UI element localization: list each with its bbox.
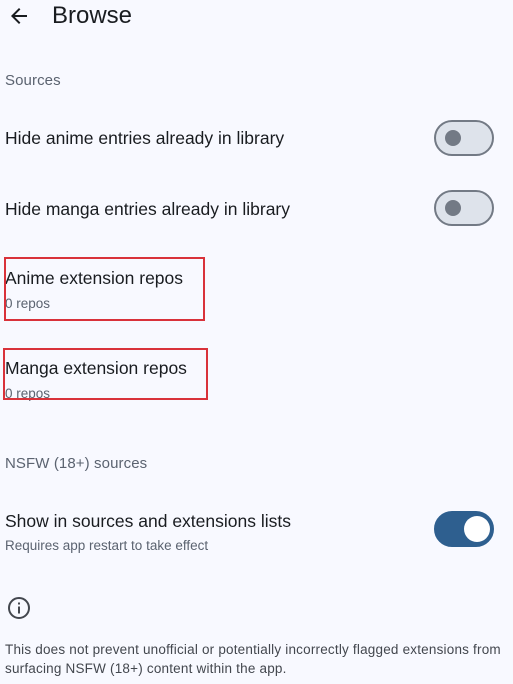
toggle-knob bbox=[445, 130, 461, 146]
hide-anime-label: Hide anime entries already in library bbox=[5, 128, 285, 148]
anime-repos-label: Anime extension repos bbox=[5, 268, 184, 288]
show-nsfw-toggle[interactable] bbox=[434, 511, 494, 547]
section-header-sources: Sources bbox=[5, 72, 61, 89]
hide-anime-toggle[interactable] bbox=[434, 120, 494, 156]
show-nsfw-row[interactable]: Show in sources and extensions lists Req… bbox=[0, 500, 513, 562]
manga-repos-count: 0 repos bbox=[5, 386, 51, 401]
section-header-nsfw: NSFW (18+) sources bbox=[5, 455, 148, 472]
hide-manga-row[interactable]: Hide manga entries already in library bbox=[0, 178, 513, 238]
back-button[interactable] bbox=[3, 1, 35, 31]
info-text: This does not prevent unofficial or pote… bbox=[5, 642, 501, 676]
anime-repos-count: 0 repos bbox=[5, 296, 51, 311]
manga-repos-label: Manga extension repos bbox=[5, 358, 187, 378]
arrow-back-icon bbox=[11, 8, 27, 24]
toggle-knob bbox=[445, 200, 461, 216]
hide-anime-row[interactable]: Hide anime entries already in library bbox=[0, 108, 513, 168]
show-nsfw-label: Show in sources and extensions lists bbox=[5, 511, 291, 531]
top-app-bar: Browse bbox=[0, 0, 513, 34]
anime-repos-row[interactable]: Anime extension repos 0 repos bbox=[0, 254, 513, 318]
manga-repos-row[interactable]: Manga extension repos 0 repos bbox=[0, 344, 513, 404]
info-icon bbox=[8, 597, 30, 619]
page-title: Browse bbox=[52, 2, 133, 29]
toggle-knob bbox=[464, 516, 490, 542]
hide-manga-toggle[interactable] bbox=[434, 190, 494, 226]
hide-manga-label: Hide manga entries already in library bbox=[5, 199, 290, 219]
show-nsfw-subtitle: Requires app restart to take effect bbox=[5, 538, 209, 553]
